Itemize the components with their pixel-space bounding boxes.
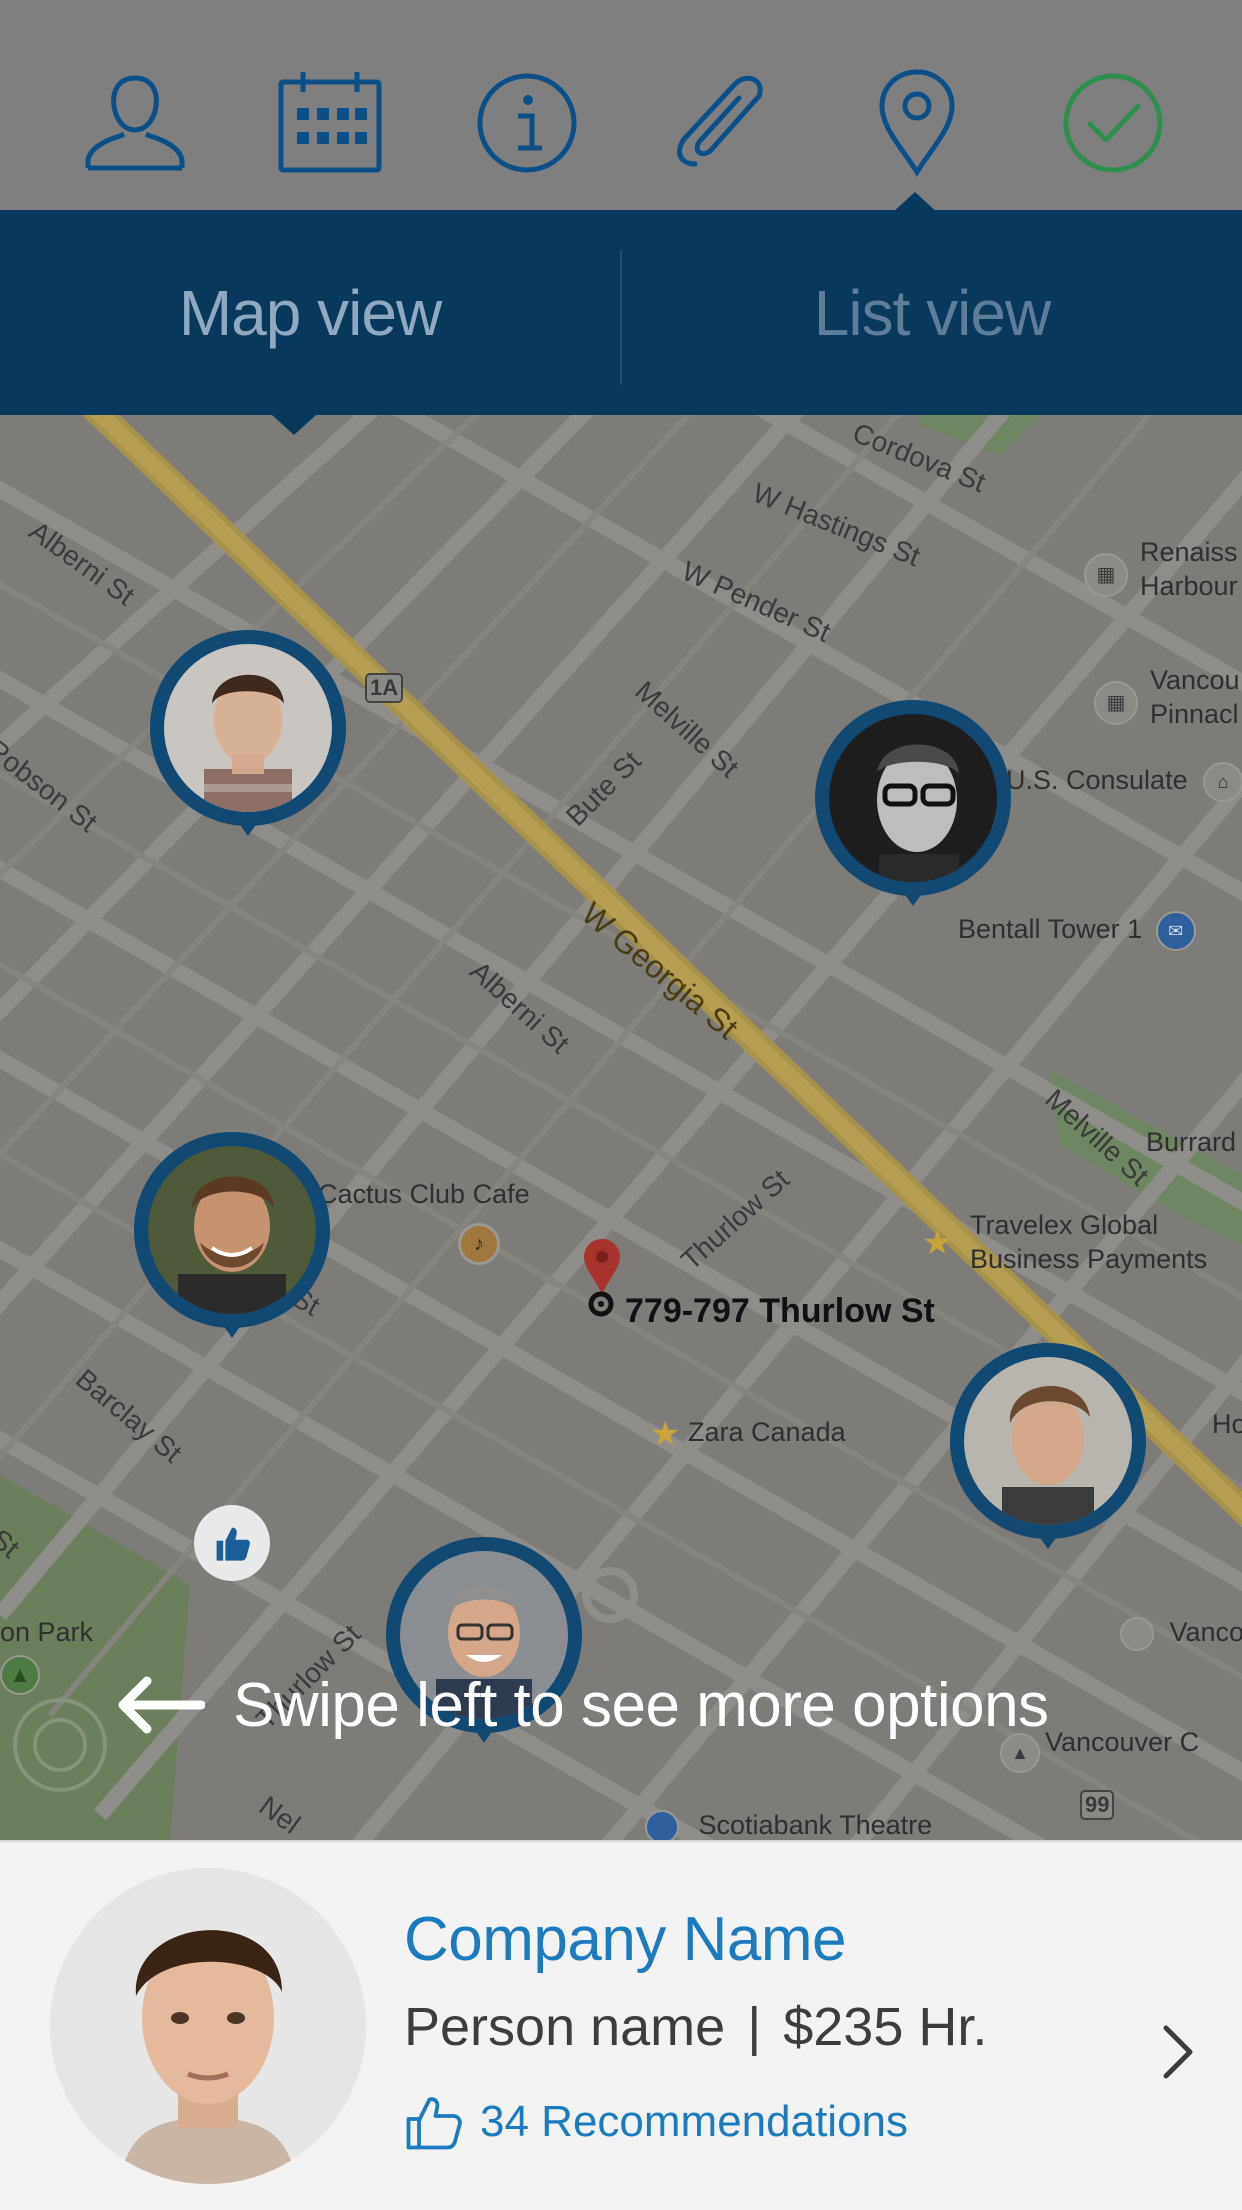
government-icon: ⌂: [1203, 762, 1242, 802]
selected-tab-pointer: [272, 415, 316, 435]
hotel-icon: ▦: [1084, 553, 1128, 597]
poi-scotiabank-theatre[interactable]: Scotiabank Theatre: [645, 1808, 932, 1840]
tab-map-view[interactable]: Map view: [0, 210, 620, 415]
poi-ho[interactable]: Ho: [1212, 1407, 1242, 1441]
recommendations-count: 34 Recommendations: [480, 2097, 909, 2146]
restaurant-icon: ♪: [458, 1223, 500, 1265]
highway-shield: 1A: [365, 673, 404, 703]
hourly-rate: $235 Hr.: [783, 1997, 988, 2057]
thumbs-up-outline-icon: [406, 2097, 462, 2150]
top-toolbar: [0, 0, 1242, 214]
company-name[interactable]: Company Name: [404, 1904, 846, 1975]
poi-nelson-park[interactable]: on Park: [0, 1615, 93, 1649]
swipe-hint-text: Swipe left to see more options: [233, 1670, 1049, 1740]
chevron-right-icon[interactable]: [1160, 2022, 1196, 2082]
avatar: [50, 1868, 366, 2184]
map-base: [0, 415, 1242, 1840]
paperclip-icon[interactable]: [667, 68, 777, 178]
person-map-marker[interactable]: [150, 630, 346, 860]
poi-us-consulate[interactable]: U.S. Consulate ⌂: [1006, 762, 1242, 802]
avatar: [164, 644, 332, 812]
view-tabs: Map view List view: [0, 210, 1242, 415]
avatar: [829, 714, 997, 882]
info-icon[interactable]: [472, 68, 582, 178]
post-office-icon: ✉: [1155, 911, 1196, 951]
map-area[interactable]: Alberni St Robson St W Hastings St W Pen…: [0, 415, 1242, 1840]
recommendations-link[interactable]: 34 Recommendations: [404, 2092, 908, 2152]
selected-address: 779-797 Thurlow St: [625, 1292, 935, 1330]
person-map-marker[interactable]: [950, 1343, 1146, 1573]
swipe-hint: Swipe left to see more options: [115, 1655, 1049, 1755]
highway-shield: 99: [1080, 1790, 1115, 1820]
location-pin-icon[interactable]: [862, 68, 972, 178]
person-name: Person name: [404, 1997, 726, 2057]
poi-cactus-club[interactable]: Cactus Club Cafe: [318, 1177, 530, 1211]
avatar: [148, 1146, 316, 1314]
calendar-icon[interactable]: [275, 68, 385, 178]
poi-vancouver-pinnacle[interactable]: ▦ Vancou Pinnacl: [1090, 663, 1242, 731]
separator: |: [747, 1997, 762, 2057]
checkmark-icon[interactable]: [1058, 68, 1168, 178]
liked-badge: [194, 1505, 270, 1581]
poi-zara-canada[interactable]: ★ Zara Canada: [650, 1415, 846, 1451]
star-icon: ★: [650, 1414, 681, 1453]
tab-list-view[interactable]: List view: [622, 210, 1242, 415]
poi-vancou-right[interactable]: Vancou: [1120, 1615, 1242, 1651]
theatre-icon: [645, 1809, 679, 1840]
poi-travelex[interactable]: ★ Travelex Global Business Payments: [922, 1208, 1242, 1276]
arrow-left-icon: [118, 1676, 205, 1734]
person-rate-row: Person name | $235 Hr.: [404, 1996, 987, 2058]
poi-renaissance[interactable]: ▦ Renaiss Harbour: [1080, 535, 1242, 603]
location-marker-icon[interactable]: [580, 1237, 624, 1317]
person-map-marker[interactable]: [134, 1132, 330, 1362]
poi-burrard[interactable]: Burrard: [1146, 1125, 1236, 1159]
poi-vancouver-bottom[interactable]: Vancouver C: [1045, 1725, 1199, 1759]
avatar: [964, 1357, 1132, 1525]
person-map-marker[interactable]: [815, 700, 1011, 930]
park-icon: ▲: [0, 1655, 40, 1695]
venue-icon: [1120, 1616, 1154, 1651]
provider-card[interactable]: Company Name Person name | $235 Hr. 34 Rec…: [0, 1840, 1242, 2210]
hotel-icon: ▦: [1094, 681, 1138, 725]
star-icon: ★: [922, 1224, 953, 1262]
thumbs-up-icon: [216, 1527, 251, 1561]
user-icon[interactable]: [80, 68, 190, 178]
